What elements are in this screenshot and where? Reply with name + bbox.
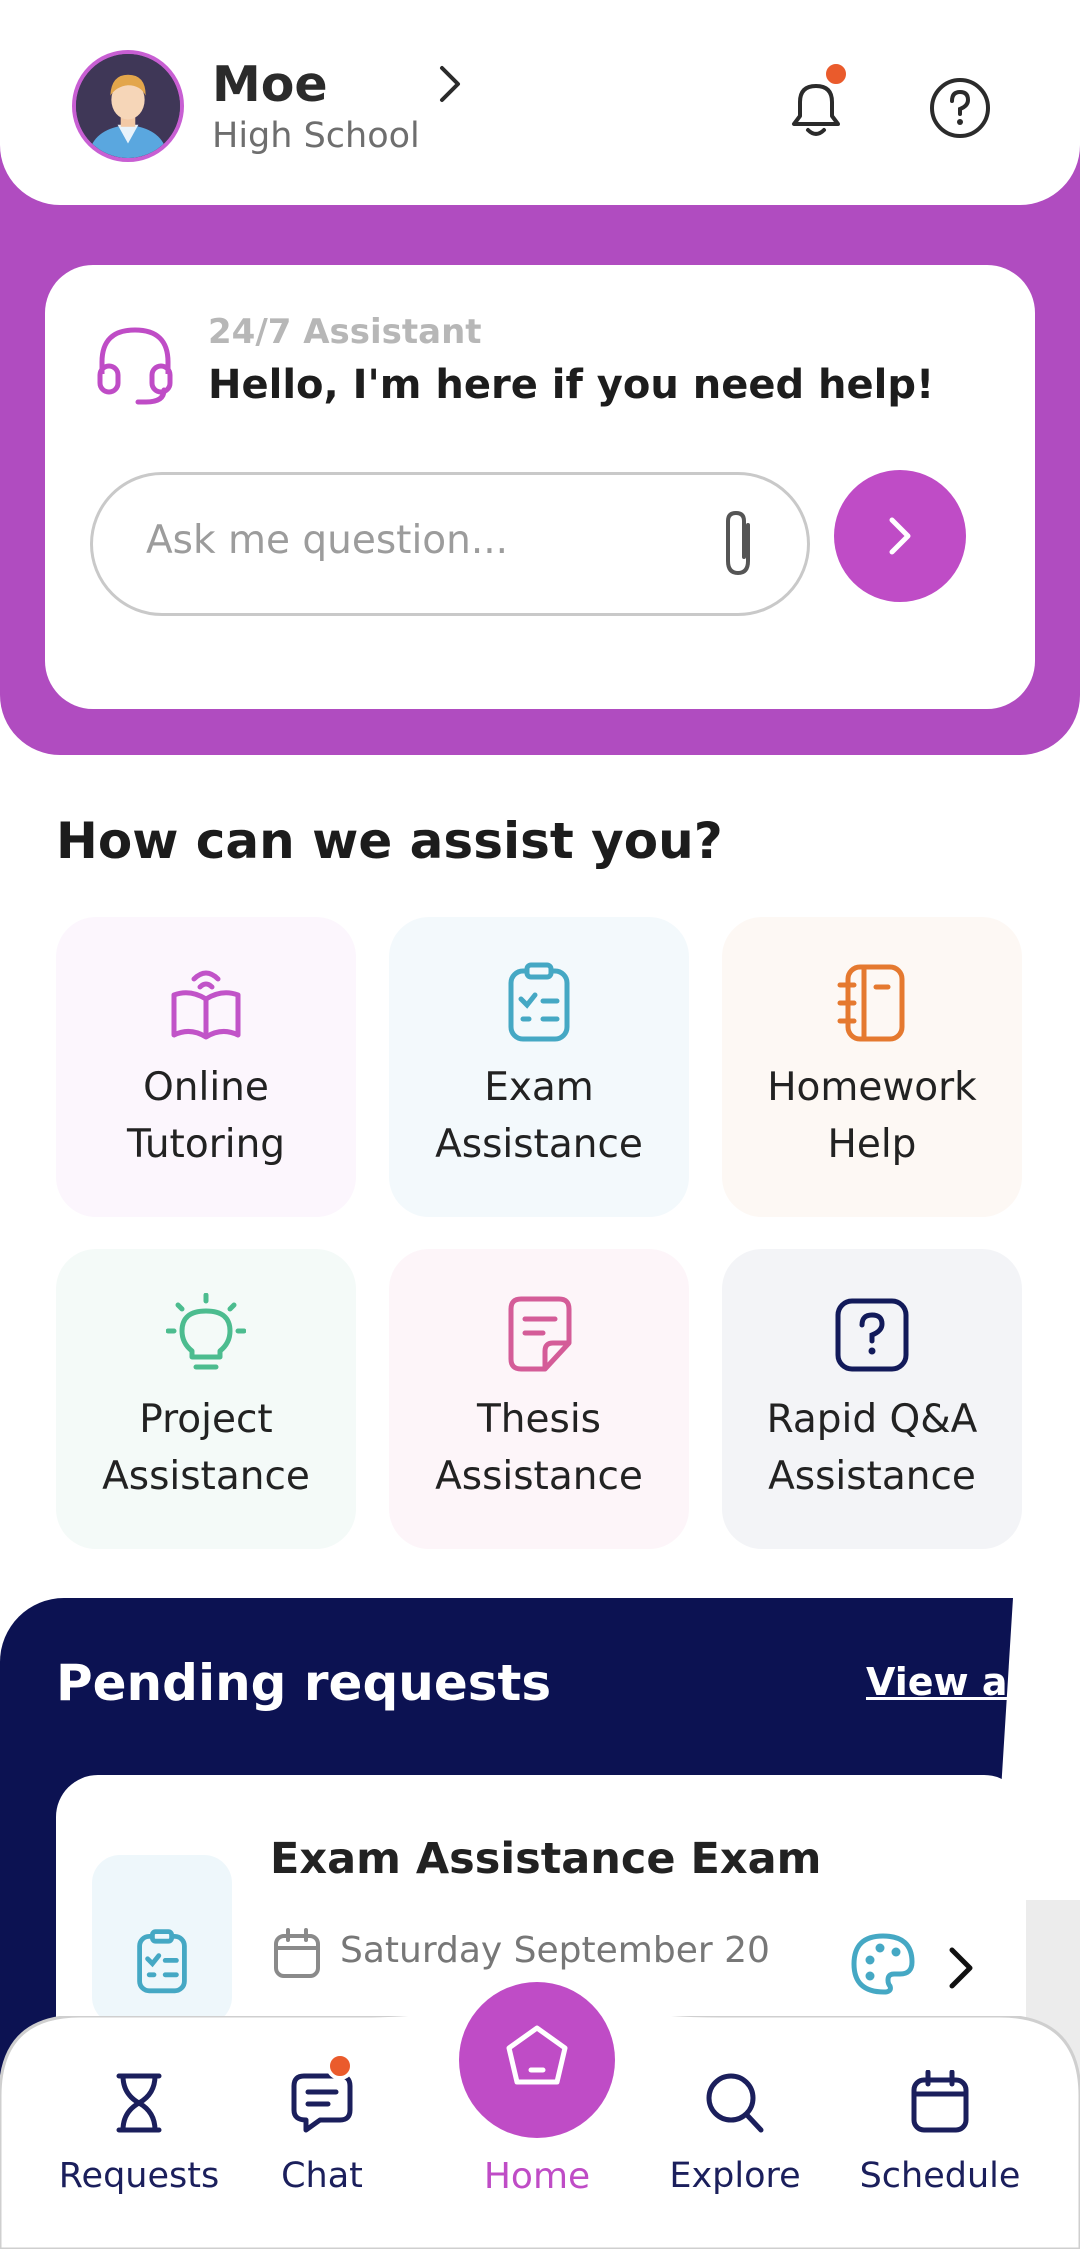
request-title: Exam Assistance Exam <box>270 1834 822 1884</box>
palette-icon <box>851 1933 915 1995</box>
nav-requests[interactable]: Requests <box>39 2054 239 2214</box>
view-all-link[interactable]: View all <box>866 1660 1010 1704</box>
notebook-icon <box>837 964 905 1042</box>
home-icon <box>506 2025 568 2085</box>
user-name[interactable]: Moe <box>212 56 328 113</box>
service-thesis-assistance[interactable]: Thesis Assistance <box>389 1249 689 1549</box>
nav-explore[interactable]: Explore <box>635 2054 835 2214</box>
service-rapid-qa[interactable]: Rapid Q&A Assistance <box>722 1249 1022 1549</box>
chevron-right-icon <box>889 517 911 555</box>
chevron-right-icon[interactable] <box>944 1944 978 1992</box>
assistant-kicker: 24/7 Assistant <box>208 312 482 352</box>
service-label: Rapid Q&A Assistance <box>766 1397 978 1499</box>
avatar-image <box>76 54 180 158</box>
service-exam-assistance[interactable]: Exam Assistance <box>389 917 689 1217</box>
request-icon-box <box>92 1855 232 2025</box>
service-homework-help[interactable]: Homework Help <box>722 917 1022 1217</box>
service-label: Exam Assistance <box>435 1065 643 1167</box>
pending-requests-title: Pending requests <box>56 1654 552 1712</box>
chat-badge <box>326 2052 354 2080</box>
service-project-assistance[interactable]: Project Assistance <box>56 1249 356 1549</box>
nav-label: Explore <box>669 2156 801 2196</box>
service-label: Project Assistance <box>102 1397 310 1499</box>
service-label: Thesis Assistance <box>435 1397 643 1499</box>
nav-schedule[interactable]: Schedule <box>840 2054 1040 2214</box>
hourglass-icon <box>116 2073 162 2133</box>
user-level: High School <box>212 116 420 156</box>
help-icon[interactable] <box>928 76 992 140</box>
nav-label: Requests <box>58 2156 220 2196</box>
search-icon <box>706 2073 764 2133</box>
calendar-icon <box>274 1928 320 1978</box>
services-title: How can we assist you? <box>56 812 723 870</box>
nav-label: Chat <box>281 2156 363 2196</box>
open-book-icon <box>171 970 241 1040</box>
nav-home-button[interactable] <box>459 1982 615 2138</box>
nav-chat[interactable]: Chat <box>222 2054 422 2214</box>
question-box-icon <box>835 1298 909 1372</box>
headset-icon <box>97 327 173 405</box>
nav-label: Schedule <box>859 2156 1021 2196</box>
document-icon <box>508 1296 572 1372</box>
notification-badge <box>822 60 850 88</box>
assistant-greeting: Hello, I'm here if you need help! <box>208 362 935 408</box>
clipboard-check-icon <box>137 1929 187 1994</box>
lightbulb-icon <box>166 1293 246 1370</box>
avatar[interactable] <box>72 50 184 162</box>
calendar-icon <box>911 2070 969 2133</box>
clipboard-check-icon <box>508 962 570 1042</box>
send-button[interactable] <box>834 470 966 602</box>
request-date: Saturday September 20 <box>340 1930 770 1971</box>
service-label: Homework Help <box>767 1065 977 1167</box>
ask-question-placeholder: Ask me question... <box>146 518 509 563</box>
chat-icon <box>291 2073 353 2133</box>
service-label: Online Tutoring <box>126 1065 286 1167</box>
chevron-right-icon[interactable] <box>432 62 468 106</box>
service-online-tutoring[interactable]: Online Tutoring <box>56 917 356 1217</box>
attachment-icon[interactable] <box>718 505 760 581</box>
nav-home-label[interactable]: Home <box>437 2156 637 2197</box>
